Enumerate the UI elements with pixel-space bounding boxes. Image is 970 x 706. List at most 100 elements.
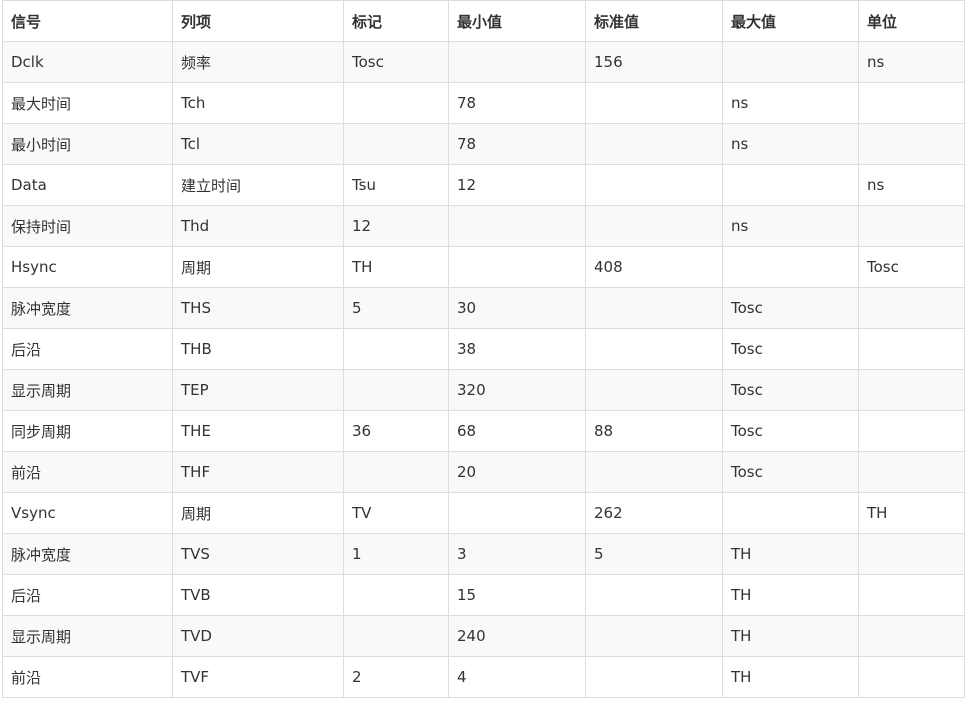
- cell-max: ns: [722, 82, 859, 124]
- cell-min: 78: [448, 82, 586, 124]
- cell-typ: 88: [585, 410, 723, 452]
- cell-signal: Dclk: [2, 41, 173, 83]
- table-row: 显示周期 TEP 320 Tosc: [2, 369, 965, 411]
- cell-item: Tcl: [172, 123, 344, 165]
- table-row: Hsync 周期 TH 408 Tosc: [2, 246, 965, 288]
- cell-typ: [585, 164, 723, 206]
- cell-item: 频率: [172, 41, 344, 83]
- cell-max: [722, 492, 859, 534]
- cell-max: TH: [722, 533, 859, 575]
- cell-item: 周期: [172, 492, 344, 534]
- table-row: Data 建立时间 Tsu 12 ns: [2, 164, 965, 206]
- cell-min: 78: [448, 123, 586, 165]
- cell-min: 68: [448, 410, 586, 452]
- cell-min: [448, 492, 586, 534]
- table-body: Dclk 频率 Tosc 156 ns 最大时间 Tch 78 ns 最小时间 …: [2, 41, 965, 698]
- cell-unit: Tosc: [858, 246, 965, 288]
- cell-max: [722, 246, 859, 288]
- cell-symbol: TH: [343, 246, 449, 288]
- cell-min: 15: [448, 574, 586, 616]
- table-row: Dclk 频率 Tosc 156 ns: [2, 41, 965, 83]
- table-row: 显示周期 TVD 240 TH: [2, 615, 965, 657]
- cell-min: 3: [448, 533, 586, 575]
- cell-typ: [585, 451, 723, 493]
- header-unit: 单位: [858, 0, 965, 42]
- cell-typ: [585, 123, 723, 165]
- cell-unit: [858, 287, 965, 329]
- cell-signal: 最小时间: [2, 123, 173, 165]
- cell-item: TVB: [172, 574, 344, 616]
- table-row: 脉冲宽度 THS 5 30 Tosc: [2, 287, 965, 329]
- cell-item: TVD: [172, 615, 344, 657]
- cell-unit: ns: [858, 164, 965, 206]
- cell-min: 20: [448, 451, 586, 493]
- cell-item: THB: [172, 328, 344, 370]
- cell-typ: [585, 287, 723, 329]
- cell-symbol: [343, 82, 449, 124]
- cell-unit: TH: [858, 492, 965, 534]
- cell-signal: 显示周期: [2, 369, 173, 411]
- cell-signal: Hsync: [2, 246, 173, 288]
- cell-min: [448, 41, 586, 83]
- cell-max: TH: [722, 615, 859, 657]
- cell-min: [448, 205, 586, 247]
- cell-symbol: [343, 123, 449, 165]
- cell-symbol: [343, 451, 449, 493]
- cell-min: 12: [448, 164, 586, 206]
- cell-typ: 262: [585, 492, 723, 534]
- cell-unit: [858, 574, 965, 616]
- cell-min: [448, 246, 586, 288]
- cell-unit: [858, 123, 965, 165]
- cell-max: Tosc: [722, 328, 859, 370]
- table-row: 同步周期 THE 36 68 88 Tosc: [2, 410, 965, 452]
- cell-max: Tosc: [722, 369, 859, 411]
- header-signal: 信号: [2, 0, 173, 42]
- cell-typ: [585, 82, 723, 124]
- cell-item: 周期: [172, 246, 344, 288]
- cell-signal: 后沿: [2, 328, 173, 370]
- timing-table-container: 信号 列项 标记 最小值 标准值 最大值 单位 Dclk 频率 Tosc 156…: [2, 0, 965, 698]
- cell-item: THE: [172, 410, 344, 452]
- cell-symbol: TV: [343, 492, 449, 534]
- cell-unit: [858, 82, 965, 124]
- cell-item: TVF: [172, 656, 344, 698]
- cell-unit: [858, 369, 965, 411]
- cell-max: [722, 164, 859, 206]
- header-max: 最大值: [722, 0, 859, 42]
- cell-min: 30: [448, 287, 586, 329]
- table-row: 后沿 THB 38 Tosc: [2, 328, 965, 370]
- table-row: Vsync 周期 TV 262 TH: [2, 492, 965, 534]
- cell-item: Tch: [172, 82, 344, 124]
- cell-max: ns: [722, 123, 859, 165]
- cell-typ: 5: [585, 533, 723, 575]
- cell-signal: 保持时间: [2, 205, 173, 247]
- cell-signal: 前沿: [2, 656, 173, 698]
- cell-max: [722, 41, 859, 83]
- cell-typ: 408: [585, 246, 723, 288]
- table-row: 后沿 TVB 15 TH: [2, 574, 965, 616]
- table-header: 信号 列项 标记 最小值 标准值 最大值 单位: [2, 0, 965, 42]
- cell-signal: 同步周期: [2, 410, 173, 452]
- cell-typ: [585, 369, 723, 411]
- cell-max: Tosc: [722, 287, 859, 329]
- cell-unit: [858, 205, 965, 247]
- cell-signal: Vsync: [2, 492, 173, 534]
- table-row: 前沿 THF 20 Tosc: [2, 451, 965, 493]
- table-row: 保持时间 Thd 12 ns: [2, 205, 965, 247]
- header-symbol: 标记: [343, 0, 449, 42]
- cell-item: 建立时间: [172, 164, 344, 206]
- cell-min: 320: [448, 369, 586, 411]
- cell-signal: 脉冲宽度: [2, 287, 173, 329]
- cell-max: Tosc: [722, 410, 859, 452]
- cell-min: 4: [448, 656, 586, 698]
- cell-symbol: Tosc: [343, 41, 449, 83]
- table-row: 最小时间 Tcl 78 ns: [2, 123, 965, 165]
- cell-typ: [585, 615, 723, 657]
- header-row: 信号 列项 标记 最小值 标准值 最大值 单位: [2, 0, 965, 42]
- cell-symbol: [343, 328, 449, 370]
- cell-max: TH: [722, 656, 859, 698]
- table-row: 最大时间 Tch 78 ns: [2, 82, 965, 124]
- cell-unit: [858, 410, 965, 452]
- cell-unit: [858, 615, 965, 657]
- cell-unit: [858, 328, 965, 370]
